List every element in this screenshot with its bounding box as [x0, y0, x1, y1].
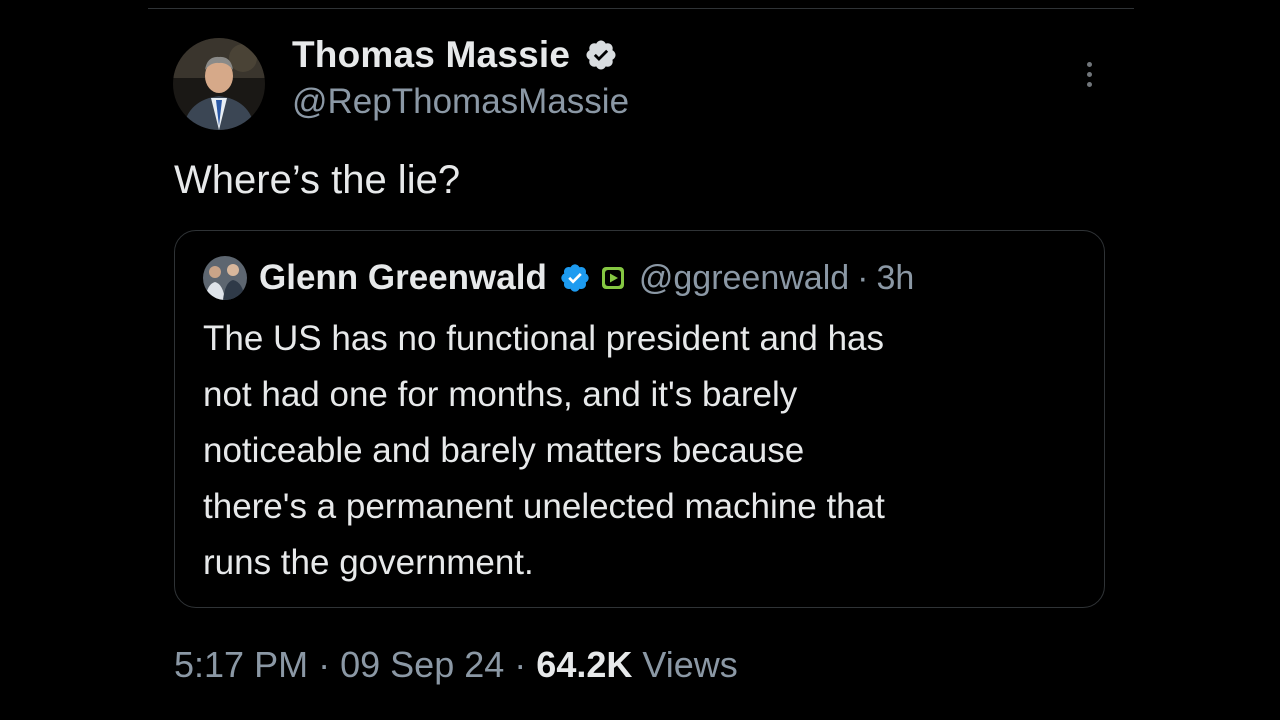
separator-dot: ·: [514, 644, 527, 685]
views-label: Views: [642, 644, 738, 685]
post-date[interactable]: 09 Sep 24: [340, 644, 504, 685]
more-dot: [1086, 81, 1092, 87]
author-avatar-image: [173, 38, 265, 130]
quote-text: The US has no functional president and h…: [203, 311, 1083, 591]
separator-dot: ·: [318, 644, 331, 685]
post-time[interactable]: 5:17 PM: [174, 644, 308, 685]
more-options-icon[interactable]: [1072, 55, 1106, 93]
quote-avatar-image: [203, 256, 247, 300]
quote-text-line: The US has no functional president and h…: [203, 319, 884, 358]
quote-author-avatar[interactable]: [203, 256, 247, 300]
author-avatar[interactable]: [173, 38, 265, 130]
rumble-badge-icon: [601, 267, 624, 289]
views-count[interactable]: 64.2K: [536, 644, 632, 685]
more-dot: [1086, 71, 1092, 77]
quote-text-line: noticeable and barely matters because: [203, 431, 805, 470]
quote-header: Glenn Greenwald @ggreenwald · 3h: [203, 253, 914, 303]
quote-text-line: not had one for months, and it's barely: [203, 375, 798, 414]
verified-badge-icon: [586, 40, 616, 70]
author-handle[interactable]: @RepThomasMassie: [292, 82, 629, 122]
tweet-screen: Thomas Massie @RepThomasMassie Where’s t…: [0, 0, 1280, 720]
quote-text-line: runs the government.: [203, 543, 534, 582]
tweet-meta: 5:17 PM · 09 Sep 24 · 64.2K Views: [174, 644, 738, 686]
separator-dot: ·: [857, 258, 869, 297]
top-divider: [148, 8, 1134, 9]
quote-author-handle[interactable]: @ggreenwald: [639, 259, 849, 298]
quoted-tweet-card[interactable]: Glenn Greenwald @ggreenwald · 3h The US …: [174, 230, 1105, 608]
quote-timestamp[interactable]: 3h: [877, 259, 915, 298]
quote-author-name[interactable]: Glenn Greenwald: [259, 258, 547, 298]
more-dot: [1086, 61, 1092, 67]
tweet-text: Where’s the lie?: [174, 158, 461, 202]
quote-text-line: there's a permanent unelected machine th…: [203, 487, 885, 526]
verified-badge-icon: [561, 264, 589, 292]
author-name[interactable]: Thomas Massie: [292, 34, 570, 76]
author-name-row: Thomas Massie: [292, 30, 618, 80]
